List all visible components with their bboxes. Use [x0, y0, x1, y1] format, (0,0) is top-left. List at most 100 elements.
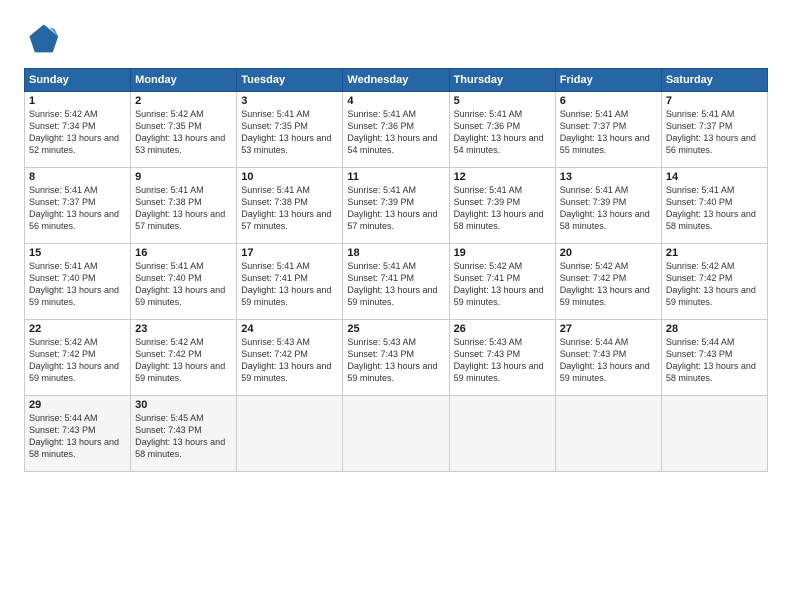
- calendar-cell: 22Sunrise: 5:42 AMSunset: 7:42 PMDayligh…: [25, 320, 131, 396]
- day-info: Sunrise: 5:42 AMSunset: 7:42 PMDaylight:…: [135, 336, 232, 385]
- calendar-cell: 18Sunrise: 5:41 AMSunset: 7:41 PMDayligh…: [343, 244, 449, 320]
- day-number: 17: [241, 247, 338, 259]
- day-number: 26: [454, 323, 551, 335]
- calendar-cell: 6Sunrise: 5:41 AMSunset: 7:37 PMDaylight…: [555, 92, 661, 168]
- calendar-cell: 10Sunrise: 5:41 AMSunset: 7:38 PMDayligh…: [237, 168, 343, 244]
- day-number: 7: [666, 95, 763, 107]
- day-info: Sunrise: 5:45 AMSunset: 7:43 PMDaylight:…: [135, 412, 232, 461]
- calendar-cell: 5Sunrise: 5:41 AMSunset: 7:36 PMDaylight…: [449, 92, 555, 168]
- day-number: 30: [135, 399, 232, 411]
- logo-icon: [24, 20, 60, 56]
- calendar-week-2: 8Sunrise: 5:41 AMSunset: 7:37 PMDaylight…: [25, 168, 768, 244]
- header-monday: Monday: [131, 69, 237, 92]
- day-number: 21: [666, 247, 763, 259]
- day-info: Sunrise: 5:41 AMSunset: 7:39 PMDaylight:…: [454, 184, 551, 233]
- day-number: 11: [347, 171, 444, 183]
- day-info: Sunrise: 5:43 AMSunset: 7:43 PMDaylight:…: [454, 336, 551, 385]
- day-info: Sunrise: 5:41 AMSunset: 7:37 PMDaylight:…: [560, 108, 657, 157]
- day-info: Sunrise: 5:41 AMSunset: 7:41 PMDaylight:…: [347, 260, 444, 309]
- calendar: SundayMondayTuesdayWednesdayThursdayFrid…: [24, 68, 768, 472]
- day-info: Sunrise: 5:42 AMSunset: 7:34 PMDaylight:…: [29, 108, 126, 157]
- calendar-cell: 14Sunrise: 5:41 AMSunset: 7:40 PMDayligh…: [661, 168, 767, 244]
- calendar-cell: 19Sunrise: 5:42 AMSunset: 7:41 PMDayligh…: [449, 244, 555, 320]
- calendar-cell: [555, 396, 661, 472]
- day-number: 15: [29, 247, 126, 259]
- calendar-cell: 27Sunrise: 5:44 AMSunset: 7:43 PMDayligh…: [555, 320, 661, 396]
- calendar-cell: 12Sunrise: 5:41 AMSunset: 7:39 PMDayligh…: [449, 168, 555, 244]
- calendar-cell: 20Sunrise: 5:42 AMSunset: 7:42 PMDayligh…: [555, 244, 661, 320]
- day-info: Sunrise: 5:41 AMSunset: 7:36 PMDaylight:…: [454, 108, 551, 157]
- day-number: 29: [29, 399, 126, 411]
- calendar-cell: 30Sunrise: 5:45 AMSunset: 7:43 PMDayligh…: [131, 396, 237, 472]
- day-number: 25: [347, 323, 444, 335]
- calendar-cell: 7Sunrise: 5:41 AMSunset: 7:37 PMDaylight…: [661, 92, 767, 168]
- calendar-cell: 23Sunrise: 5:42 AMSunset: 7:42 PMDayligh…: [131, 320, 237, 396]
- calendar-cell: 9Sunrise: 5:41 AMSunset: 7:38 PMDaylight…: [131, 168, 237, 244]
- day-info: Sunrise: 5:42 AMSunset: 7:41 PMDaylight:…: [454, 260, 551, 309]
- day-number: 2: [135, 95, 232, 107]
- day-info: Sunrise: 5:42 AMSunset: 7:35 PMDaylight:…: [135, 108, 232, 157]
- day-info: Sunrise: 5:41 AMSunset: 7:40 PMDaylight:…: [29, 260, 126, 309]
- calendar-cell: 28Sunrise: 5:44 AMSunset: 7:43 PMDayligh…: [661, 320, 767, 396]
- calendar-cell: 17Sunrise: 5:41 AMSunset: 7:41 PMDayligh…: [237, 244, 343, 320]
- day-number: 4: [347, 95, 444, 107]
- day-number: 28: [666, 323, 763, 335]
- calendar-cell: 4Sunrise: 5:41 AMSunset: 7:36 PMDaylight…: [343, 92, 449, 168]
- day-info: Sunrise: 5:41 AMSunset: 7:38 PMDaylight:…: [241, 184, 338, 233]
- header: [24, 20, 768, 56]
- logo: [24, 20, 66, 56]
- day-info: Sunrise: 5:42 AMSunset: 7:42 PMDaylight:…: [560, 260, 657, 309]
- calendar-header-row: SundayMondayTuesdayWednesdayThursdayFrid…: [25, 69, 768, 92]
- day-info: Sunrise: 5:41 AMSunset: 7:36 PMDaylight:…: [347, 108, 444, 157]
- header-wednesday: Wednesday: [343, 69, 449, 92]
- day-info: Sunrise: 5:41 AMSunset: 7:39 PMDaylight:…: [347, 184, 444, 233]
- day-number: 20: [560, 247, 657, 259]
- calendar-cell: 2Sunrise: 5:42 AMSunset: 7:35 PMDaylight…: [131, 92, 237, 168]
- day-info: Sunrise: 5:44 AMSunset: 7:43 PMDaylight:…: [29, 412, 126, 461]
- day-info: Sunrise: 5:44 AMSunset: 7:43 PMDaylight:…: [666, 336, 763, 385]
- calendar-cell: 13Sunrise: 5:41 AMSunset: 7:39 PMDayligh…: [555, 168, 661, 244]
- day-number: 19: [454, 247, 551, 259]
- calendar-cell: 29Sunrise: 5:44 AMSunset: 7:43 PMDayligh…: [25, 396, 131, 472]
- calendar-week-4: 22Sunrise: 5:42 AMSunset: 7:42 PMDayligh…: [25, 320, 768, 396]
- day-info: Sunrise: 5:41 AMSunset: 7:38 PMDaylight:…: [135, 184, 232, 233]
- day-info: Sunrise: 5:41 AMSunset: 7:37 PMDaylight:…: [29, 184, 126, 233]
- calendar-week-1: 1Sunrise: 5:42 AMSunset: 7:34 PMDaylight…: [25, 92, 768, 168]
- calendar-cell: [449, 396, 555, 472]
- calendar-week-5: 29Sunrise: 5:44 AMSunset: 7:43 PMDayligh…: [25, 396, 768, 472]
- day-number: 6: [560, 95, 657, 107]
- calendar-week-3: 15Sunrise: 5:41 AMSunset: 7:40 PMDayligh…: [25, 244, 768, 320]
- day-number: 18: [347, 247, 444, 259]
- day-number: 16: [135, 247, 232, 259]
- calendar-cell: 3Sunrise: 5:41 AMSunset: 7:35 PMDaylight…: [237, 92, 343, 168]
- day-number: 8: [29, 171, 126, 183]
- header-tuesday: Tuesday: [237, 69, 343, 92]
- calendar-cell: 26Sunrise: 5:43 AMSunset: 7:43 PMDayligh…: [449, 320, 555, 396]
- day-info: Sunrise: 5:42 AMSunset: 7:42 PMDaylight:…: [666, 260, 763, 309]
- day-number: 10: [241, 171, 338, 183]
- day-number: 14: [666, 171, 763, 183]
- day-number: 3: [241, 95, 338, 107]
- header-friday: Friday: [555, 69, 661, 92]
- day-number: 24: [241, 323, 338, 335]
- day-info: Sunrise: 5:41 AMSunset: 7:41 PMDaylight:…: [241, 260, 338, 309]
- calendar-cell: 8Sunrise: 5:41 AMSunset: 7:37 PMDaylight…: [25, 168, 131, 244]
- day-number: 12: [454, 171, 551, 183]
- calendar-cell: 21Sunrise: 5:42 AMSunset: 7:42 PMDayligh…: [661, 244, 767, 320]
- day-info: Sunrise: 5:43 AMSunset: 7:42 PMDaylight:…: [241, 336, 338, 385]
- calendar-cell: 16Sunrise: 5:41 AMSunset: 7:40 PMDayligh…: [131, 244, 237, 320]
- day-info: Sunrise: 5:41 AMSunset: 7:39 PMDaylight:…: [560, 184, 657, 233]
- calendar-cell: [343, 396, 449, 472]
- day-number: 5: [454, 95, 551, 107]
- day-number: 13: [560, 171, 657, 183]
- day-info: Sunrise: 5:41 AMSunset: 7:37 PMDaylight:…: [666, 108, 763, 157]
- day-number: 9: [135, 171, 232, 183]
- header-saturday: Saturday: [661, 69, 767, 92]
- day-info: Sunrise: 5:43 AMSunset: 7:43 PMDaylight:…: [347, 336, 444, 385]
- day-info: Sunrise: 5:42 AMSunset: 7:42 PMDaylight:…: [29, 336, 126, 385]
- page: SundayMondayTuesdayWednesdayThursdayFrid…: [0, 0, 792, 612]
- calendar-cell: [237, 396, 343, 472]
- day-number: 23: [135, 323, 232, 335]
- header-thursday: Thursday: [449, 69, 555, 92]
- calendar-cell: 15Sunrise: 5:41 AMSunset: 7:40 PMDayligh…: [25, 244, 131, 320]
